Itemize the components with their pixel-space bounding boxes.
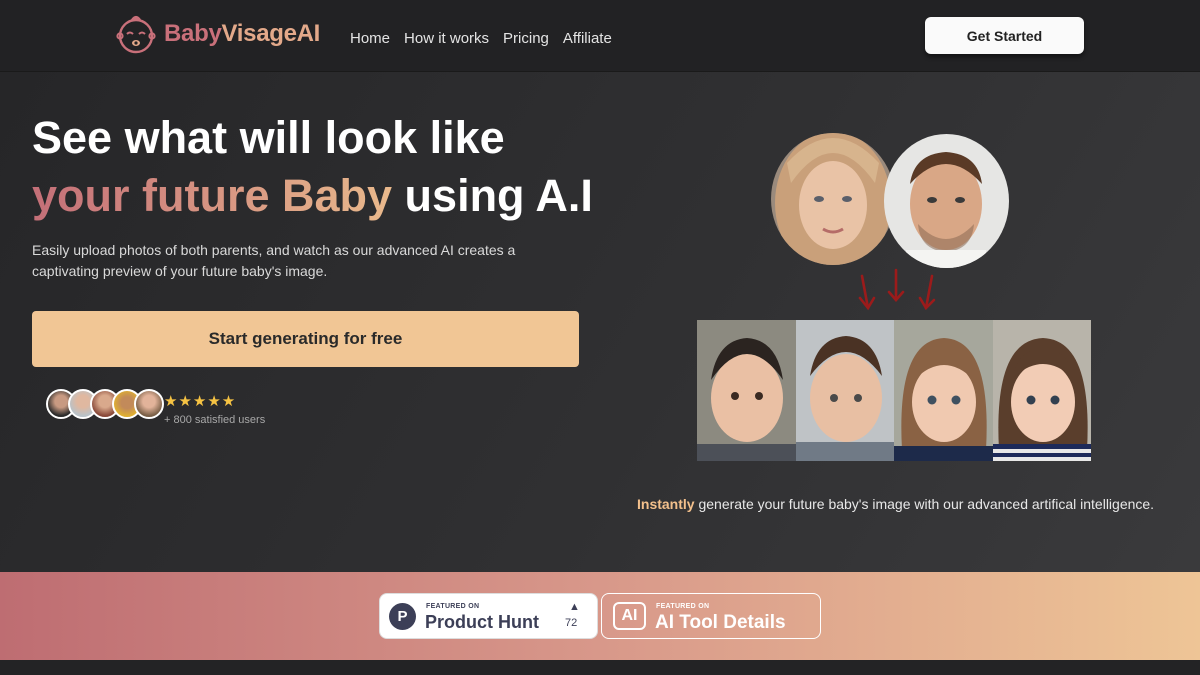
hero-subtitle: Easily upload photos of both parents, an…	[32, 242, 516, 279]
user-avatars	[46, 389, 164, 419]
instantly-caption: Instantly generate your future baby's im…	[637, 496, 1154, 512]
ph-featured-label: FEATURED ON	[426, 603, 480, 610]
satisfied-users-text: + 800 satisfied users	[164, 414, 266, 426]
next-section-edge	[0, 660, 1200, 675]
nav-links: Home How it works Pricing Affiliate	[350, 30, 612, 47]
ph-vote-count: 72	[565, 617, 578, 629]
upvote-triangle-icon: ▲	[569, 601, 580, 613]
ai-title: AI Tool Details	[655, 612, 786, 633]
hero-headline-line2: your future Baby using A.I	[32, 170, 593, 222]
baby-photo	[697, 320, 796, 461]
product-hunt-badge[interactable]: P FEATURED ON Product Hunt ▲ 72	[379, 593, 598, 639]
baby-photo	[795, 320, 894, 461]
baby-photo	[894, 320, 993, 461]
ai-logo-icon: AI	[613, 602, 646, 630]
ph-title: Product Hunt	[425, 612, 539, 632]
ai-featured-label: FEATURED ON	[656, 603, 710, 610]
hero-headline-line1: See what will look like	[32, 112, 505, 163]
baby-preview-strip	[697, 320, 1091, 461]
instantly-rest-text: generate your future baby's image with o…	[694, 496, 1155, 512]
headline-gradient-text: your future Baby	[32, 170, 393, 221]
nav-link-home[interactable]: Home	[350, 30, 390, 47]
nav-link-affiliate[interactable]: Affiliate	[563, 30, 612, 47]
brand-logo[interactable]: BabyVisageAI	[114, 12, 320, 56]
user-rating: ★★★★★ + 800 satisfied users	[164, 392, 265, 426]
featured-on-bar	[0, 572, 1200, 660]
nav-link-how-it-works[interactable]: How it works	[404, 30, 489, 47]
ai-tool-details-badge[interactable]: AI FEATURED ON AI Tool Details	[601, 593, 821, 639]
baby-photo	[992, 320, 1091, 461]
brand-name: BabyVisageAI	[164, 20, 321, 47]
headline-rest-text: using A.I	[392, 170, 593, 221]
top-navbar: BabyVisageAI Home How it works Pricing A…	[0, 0, 1200, 72]
nav-link-pricing[interactable]: Pricing	[503, 30, 549, 47]
father-photo	[884, 134, 1009, 268]
rating-stars-icon: ★★★★★	[164, 393, 237, 410]
instantly-highlight: Instantly	[637, 496, 695, 512]
baby-face-icon	[116, 15, 156, 54]
get-started-button[interactable]: Get Started	[925, 17, 1084, 54]
down-arrows-icon	[858, 268, 936, 311]
start-generating-button[interactable]: Start generating for free	[32, 311, 579, 367]
product-hunt-logo-icon: P	[389, 603, 416, 630]
avatar	[134, 389, 164, 419]
mother-photo	[771, 133, 895, 265]
